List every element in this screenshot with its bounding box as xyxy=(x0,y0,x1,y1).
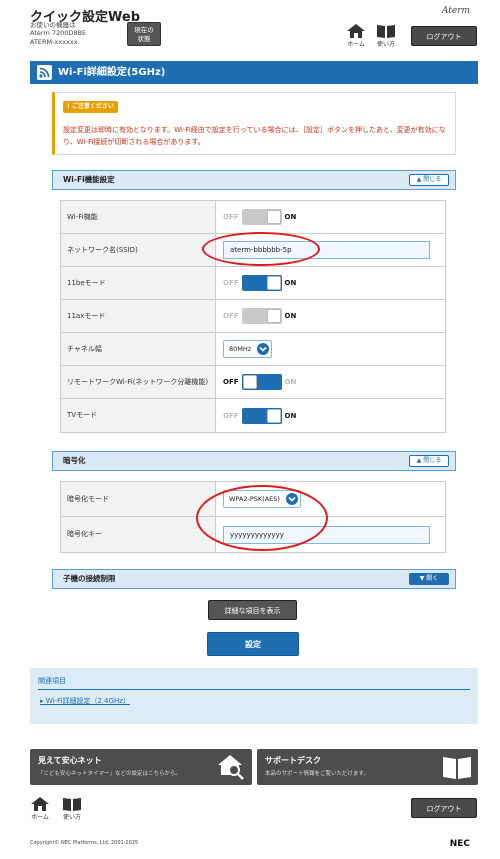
home-icon xyxy=(347,24,365,38)
chevron-down-icon xyxy=(285,493,298,505)
child-restriction-header[interactable]: 子機の接続制限 ▼ 開く xyxy=(52,569,456,589)
wifi-settings-table: Wi-Fi機能 OFF ON ネットワーク名(SSID) aterm-bbbbb… xyxy=(60,200,446,433)
notice-badge: ! ご注意ください xyxy=(63,101,118,113)
11be-mode-switch[interactable]: OFF ON xyxy=(223,275,296,291)
home-button[interactable]: ホーム xyxy=(344,24,368,48)
copyright: Copyright© NEC Platforms, Ltd. 2001-2025 xyxy=(30,840,139,846)
remote-work-switch[interactable]: OFF ON xyxy=(223,374,296,390)
aterm-logo: Aterm xyxy=(441,6,470,16)
device-info: お使いの機器は Aterm 7200D8BE ATERM-xxxxxx xyxy=(30,21,87,46)
row-remote-work: リモートワークWi-Fi(ネットワーク分離機能) OFF ON xyxy=(61,366,445,399)
related-link-2-4ghz[interactable]: ▸ Wi-Fi詳細設定（2.4GHz） xyxy=(40,696,130,706)
home-icon xyxy=(31,797,49,811)
logout-button[interactable]: ログアウト xyxy=(411,26,477,46)
tv-mode-switch[interactable]: OFF ON xyxy=(223,407,296,424)
11ax-mode-switch[interactable]: OFF ON xyxy=(223,308,296,324)
row-tv-mode: TVモード OFF ON xyxy=(61,399,445,432)
row-encryption-key: 暗号化キー yyyyyyyyyyyyy xyxy=(61,517,445,552)
house-search-icon xyxy=(218,753,246,783)
row-encryption-mode: 暗号化モード WPA2-PSK(AES) xyxy=(61,482,445,517)
related-title: 関連項目 xyxy=(38,677,66,685)
channel-width-select[interactable]: 80MHz xyxy=(223,340,273,358)
collapse-encryption-button[interactable]: ▲ 閉じる xyxy=(409,455,449,467)
expand-child-button[interactable]: ▼ 開く xyxy=(409,573,449,585)
help-button[interactable]: 使い方 xyxy=(374,24,398,48)
footer-help-button[interactable]: 使い方 xyxy=(60,797,84,821)
encryption-table: 暗号化モード WPA2-PSK(AES) 暗号化キー yyyyyyyyyyyyy xyxy=(60,481,446,553)
chevron-down-icon xyxy=(257,343,270,355)
submit-button[interactable]: 設定 xyxy=(207,632,299,656)
show-details-button[interactable]: 詳細な項目を表示 xyxy=(208,600,297,620)
page-header: クイック設定Web お使いの機器は Aterm 7200D8BE ATERM-x… xyxy=(0,0,500,52)
encryption-header: 暗号化 ▲ 閉じる xyxy=(52,451,456,471)
mieru-anshin-banner[interactable]: 見えて安心ネット 「こども安心ネットタイマー」などの設定はこちらから。 xyxy=(30,749,252,785)
book-icon xyxy=(63,798,81,811)
nec-logo: NEC xyxy=(449,839,470,849)
notice-text: 設定変更は即時に有効となります。Wi-Fi経由で設定を行っている場合には、［設定… xyxy=(63,126,446,146)
book-icon xyxy=(442,753,472,783)
row-11be: 11beモード OFF ON xyxy=(61,267,445,300)
row-channel-width: チャネル幅 80MHz xyxy=(61,333,445,366)
notice-box: ! ご注意ください 設定変更は即時に有効となります。Wi-Fi経由で設定を行って… xyxy=(52,92,456,155)
footer-logout-button[interactable]: ログアウト xyxy=(411,798,477,818)
row-11ax: 11axモード OFF ON xyxy=(61,300,445,333)
wifi-function-switch[interactable]: OFF ON xyxy=(223,209,296,225)
row-wifi-function: Wi-Fi機能 OFF ON xyxy=(61,201,445,234)
footer-home-button[interactable]: ホーム xyxy=(28,797,52,821)
support-desk-banner[interactable]: サポートデスク 本品のサポート情報をご覧いただけます。 xyxy=(257,749,478,785)
collapse-wifi-button[interactable]: ▲ 閉じる xyxy=(409,174,449,186)
wifi-settings-header: Wi-Fi機能設定 ▲ 閉じる xyxy=(52,170,456,190)
current-status-button[interactable]: 現在の 状態 xyxy=(127,22,161,46)
row-ssid: ネットワーク名(SSID) aterm-bbbbbb-5p xyxy=(61,234,445,267)
page-title: Wi-Fi詳細設定(5GHz) xyxy=(30,61,478,84)
wifi-icon xyxy=(37,65,52,80)
book-icon xyxy=(377,25,395,38)
encryption-key-input[interactable]: yyyyyyyyyyyyy xyxy=(223,525,430,544)
related-section: 関連項目 ▸ Wi-Fi詳細設定（2.4GHz） xyxy=(30,668,478,724)
ssid-input[interactable]: aterm-bbbbbb-5p xyxy=(223,241,430,259)
encryption-mode-select[interactable]: WPA2-PSK(AES) xyxy=(223,490,301,508)
